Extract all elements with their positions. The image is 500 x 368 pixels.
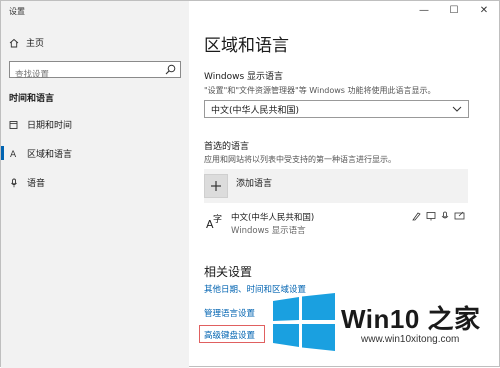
watermark-url: www.win10xitong.com — [361, 334, 460, 345]
language-features — [412, 211, 465, 221]
maximize-button[interactable]: ☐ — [439, 1, 469, 19]
search-icon[interactable] — [165, 64, 176, 75]
language-name: 中文(中华人民共和国) — [231, 213, 315, 223]
add-language-button[interactable]: 添加语言 — [204, 169, 468, 203]
active-indicator — [1, 146, 4, 160]
region-language-icon: A — [10, 150, 17, 159]
language-sub: Windows 显示语言 — [231, 226, 306, 236]
search-input[interactable] — [10, 67, 165, 83]
plus-icon — [204, 174, 228, 198]
sidebar-item-label: 语音 — [27, 179, 46, 189]
display-language-dropdown[interactable]: 中文(中华人民共和国) — [204, 100, 469, 118]
sidebar-item-label: 日期和时间 — [27, 121, 73, 131]
windows-display-language-label: Windows 显示语言 — [204, 72, 284, 82]
preferred-languages-desc: 应用和网站将以列表中受支持的第一种语言进行显示。 — [204, 155, 396, 164]
keyboard-icon — [454, 211, 465, 220]
sidebar-section-heading: 时间和语言 — [9, 94, 55, 104]
advanced-keyboard-settings-link[interactable]: 高级键盘设置 — [204, 329, 255, 341]
display-language-icon — [426, 212, 436, 221]
search-box[interactable] — [9, 61, 181, 83]
settings-window: 设置 主页 时间和语言 日期和时间 A — [0, 0, 500, 368]
chevron-down-icon — [452, 106, 462, 112]
watermark-brand: Win10 之家 — [341, 304, 481, 334]
home-icon — [9, 38, 19, 47]
svg-text:A: A — [10, 150, 17, 159]
sidebar-item-label: 区域和语言 — [27, 150, 73, 160]
sidebar-item-speech[interactable]: 语音 — [9, 176, 45, 189]
window-controls: — ☐ ✕ — [409, 1, 499, 19]
speech-icon — [441, 211, 449, 219]
preferred-languages-label: 首选的语言 — [204, 142, 250, 152]
close-button[interactable]: ✕ — [469, 1, 499, 19]
dropdown-value: 中文(中华人民共和国) — [211, 105, 300, 116]
sidebar-item-region-language[interactable]: A 区域和语言 — [9, 147, 73, 161]
page-title: 区域和语言 — [204, 36, 289, 56]
add-language-label: 添加语言 — [236, 178, 273, 189]
minimize-button[interactable]: — — [409, 1, 439, 19]
nav-home-label: 主页 — [26, 39, 45, 49]
microphone-icon — [11, 178, 17, 187]
windows-display-language-desc: "设置"和"文件资源管理器"等 Windows 功能将使用此语言显示。 — [204, 86, 436, 95]
nav-home[interactable]: 主页 — [9, 36, 44, 49]
related-settings-title: 相关设置 — [204, 265, 253, 279]
language-list-item[interactable]: A 字 中文(中华人民共和国) Windows 显示语言 — [204, 209, 469, 239]
language-glyph-icon: A 字 — [206, 213, 226, 235]
sidebar: 设置 主页 时间和语言 日期和时间 A — [1, 1, 189, 368]
windows-logo-icon — [273, 293, 335, 351]
handwriting-icon — [412, 212, 421, 221]
app-title: 设置 — [9, 7, 25, 16]
manage-language-settings-link[interactable]: 管理语言设置 — [204, 307, 255, 319]
svg-text:字: 字 — [213, 213, 222, 225]
calendar-clock-icon — [9, 120, 18, 129]
sidebar-item-datetime[interactable]: 日期和时间 — [9, 118, 72, 131]
